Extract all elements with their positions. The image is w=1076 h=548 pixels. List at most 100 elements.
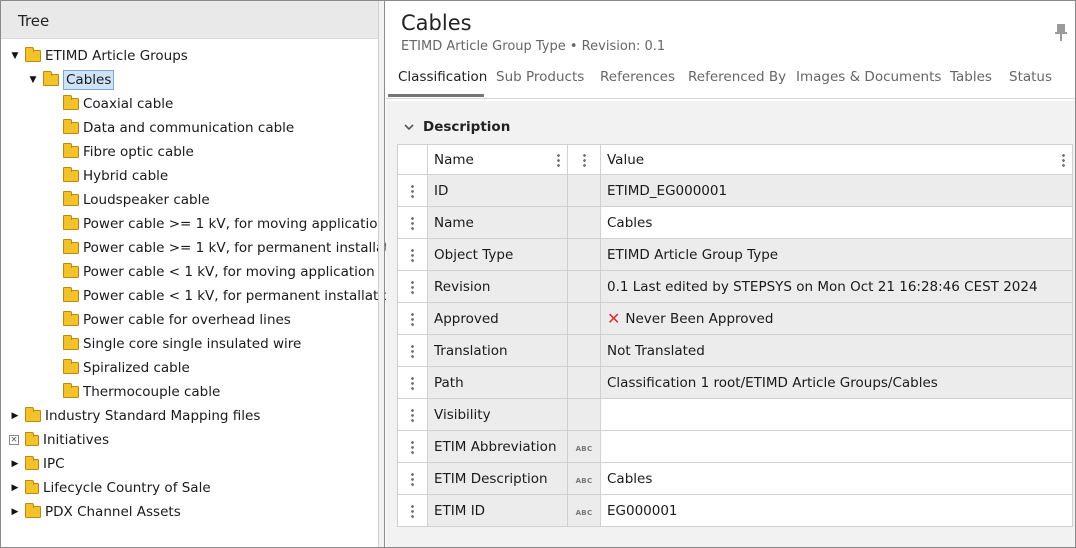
chevron-down-icon[interactable] [404, 122, 414, 132]
pane-splitter[interactable] [378, 1, 385, 547]
tree-node-fibre-optic-cable[interactable]: Fibre optic cable [63, 141, 194, 163]
row-drag-handle[interactable] [397, 430, 428, 463]
tree-node-industry-standard-mapping-files[interactable]: ▶ Industry Standard Mapping files [9, 405, 260, 427]
tree-node-power-cable-lt-1kv-permanent[interactable]: Power cable < 1 kV, for permanent instal… [63, 285, 399, 307]
row-type [567, 270, 601, 303]
table-row[interactable]: ETIM Abbreviation ABC [397, 430, 1073, 463]
tree-node-label-selected: Cables [63, 70, 115, 90]
row-value[interactable]: Not Translated [600, 334, 1073, 367]
row-drag-handle[interactable] [397, 302, 428, 335]
tree-node-single-core-wire[interactable]: Single core single insulated wire [63, 333, 301, 355]
table-row[interactable]: ETIM Description ABC Cables [397, 462, 1073, 495]
column-header-value[interactable]: Value [600, 144, 1073, 175]
column-menu-icon[interactable] [1062, 152, 1065, 167]
tree-node-pdx-channel-assets[interactable]: ▶ PDX Channel Assets [9, 501, 181, 523]
folder-icon [25, 407, 41, 422]
row-drag-handle[interactable] [397, 494, 428, 527]
drag-handle-icon[interactable] [411, 407, 414, 422]
table-row[interactable]: Revision 0.1 Last edited by STEPSYS on M… [397, 270, 1073, 303]
row-value[interactable]: ✕ Never Been Approved [600, 302, 1073, 335]
tree-node-label: Power cable >= 1 kV, for permanent insta… [83, 240, 411, 256]
page-title: Cables [401, 11, 472, 35]
section-header-description[interactable]: Description [404, 119, 510, 135]
row-value[interactable]: EG000001 [600, 494, 1073, 527]
row-drag-handle[interactable] [397, 462, 428, 495]
expanded-arrow-icon[interactable]: ▼ [9, 51, 21, 61]
row-value[interactable]: 0.1 Last edited by STEPSYS on Mon Oct 21… [600, 270, 1073, 303]
drag-handle-icon[interactable] [411, 375, 414, 390]
row-value[interactable]: Cables [600, 462, 1073, 495]
tree-node-lifecycle-country-of-sale[interactable]: ▶ Lifecycle Country of Sale [9, 477, 211, 499]
tab-references[interactable]: References [600, 69, 675, 93]
row-value[interactable] [600, 430, 1073, 463]
drag-handle-icon[interactable] [411, 247, 414, 262]
table-row[interactable]: Path Classification 1 root/ETIMD Article… [397, 366, 1073, 399]
row-value[interactable]: Cables [600, 206, 1073, 239]
column-header-name[interactable]: Name [427, 144, 568, 175]
collapsed-arrow-icon[interactable]: ▶ [9, 411, 21, 421]
row-drag-handle[interactable] [397, 398, 428, 431]
table-row[interactable]: Approved ✕ Never Been Approved [397, 302, 1073, 335]
tab-bar: Classification Sub Products References R… [386, 67, 1075, 99]
tab-tables[interactable]: Tables [950, 69, 992, 93]
tree-node-initiatives[interactable]: ✕ Initiatives [9, 429, 109, 451]
tree-node-data-and-communication-cable[interactable]: Data and communication cable [63, 117, 294, 139]
drag-handle-icon[interactable] [411, 215, 414, 230]
drag-handle-icon[interactable] [411, 311, 414, 326]
tree-node-thermocouple-cable[interactable]: Thermocouple cable [63, 381, 220, 403]
row-drag-handle[interactable] [397, 270, 428, 303]
row-drag-handle[interactable] [397, 334, 428, 367]
page-subtitle: ETIMD Article Group Type • Revision: 0.1 [401, 39, 666, 54]
column-menu-icon[interactable] [557, 152, 560, 167]
drag-handle-icon[interactable] [411, 503, 414, 518]
tree-node-ipc[interactable]: ▶ IPC [9, 453, 65, 475]
row-value[interactable] [600, 398, 1073, 431]
row-drag-handle[interactable] [397, 366, 428, 399]
drag-handle-icon[interactable] [411, 279, 414, 294]
pin-icon[interactable] [1054, 23, 1068, 43]
row-drag-handle[interactable] [397, 206, 428, 239]
row-value[interactable]: ETIMD_EG000001 [600, 174, 1073, 207]
boxed-toggle-icon[interactable]: ✕ [9, 435, 19, 445]
tree-node-power-cable-ge-1kv-permanent[interactable]: Power cable >= 1 kV, for permanent insta… [63, 237, 410, 259]
drag-handle-icon[interactable] [411, 183, 414, 198]
collapsed-arrow-icon[interactable]: ▶ [9, 507, 21, 517]
tree-node-power-cable-ge-1kv-moving[interactable]: Power cable >= 1 kV, for moving applicat… [63, 213, 386, 235]
tree-node-hybrid-cable[interactable]: Hybrid cable [63, 165, 168, 187]
table-row[interactable]: Visibility [397, 398, 1073, 431]
tree-node-coaxial-cable[interactable]: Coaxial cable [63, 93, 173, 115]
expanded-arrow-icon[interactable]: ▼ [27, 75, 39, 85]
table-row[interactable]: Name Cables [397, 206, 1073, 239]
drag-handle-icon[interactable] [411, 439, 414, 454]
tree-node-spiralized-cable[interactable]: Spiralized cable [63, 357, 190, 379]
row-drag-handle[interactable] [397, 174, 428, 207]
tree-node-loudspeaker-cable[interactable]: Loudspeaker cable [63, 189, 210, 211]
folder-icon [63, 335, 79, 350]
collapsed-arrow-icon[interactable]: ▶ [9, 483, 21, 493]
table-row[interactable]: ID ETIMD_EG000001 [397, 174, 1073, 207]
row-type [567, 398, 601, 431]
drag-handle-icon[interactable] [411, 343, 414, 358]
tree-node-power-cable-overhead-lines[interactable]: Power cable for overhead lines [63, 309, 291, 331]
tab-referenced-by[interactable]: Referenced By [688, 69, 786, 93]
column-header-type[interactable] [567, 144, 601, 175]
tab-status[interactable]: Status [1009, 69, 1052, 93]
row-type: ABC [567, 494, 601, 527]
collapsed-arrow-icon[interactable]: ▶ [9, 459, 21, 469]
drag-handle-icon[interactable] [411, 471, 414, 486]
tab-classification[interactable]: Classification [398, 69, 487, 93]
row-value[interactable]: ETIMD Article Group Type [600, 238, 1073, 271]
close-icon: ✕ [607, 309, 621, 328]
table-row[interactable]: Translation Not Translated [397, 334, 1073, 367]
row-value[interactable]: Classification 1 root/ETIMD Article Grou… [600, 366, 1073, 399]
table-row[interactable]: ETIM ID ABC EG000001 [397, 494, 1073, 527]
row-type [567, 366, 601, 399]
tree-node-power-cable-lt-1kv-moving[interactable]: Power cable < 1 kV, for moving applicati… [63, 261, 375, 283]
table-row[interactable]: Object Type ETIMD Article Group Type [397, 238, 1073, 271]
tree-node-etimd-article-groups[interactable]: ▼ ETIMD Article Groups [9, 45, 188, 67]
tree-node-cables[interactable]: ▼ Cables [27, 69, 115, 91]
column-menu-icon[interactable] [582, 152, 586, 167]
row-drag-handle[interactable] [397, 238, 428, 271]
tab-images-documents[interactable]: Images & Documents [796, 69, 941, 93]
tab-sub-products[interactable]: Sub Products [496, 69, 584, 93]
